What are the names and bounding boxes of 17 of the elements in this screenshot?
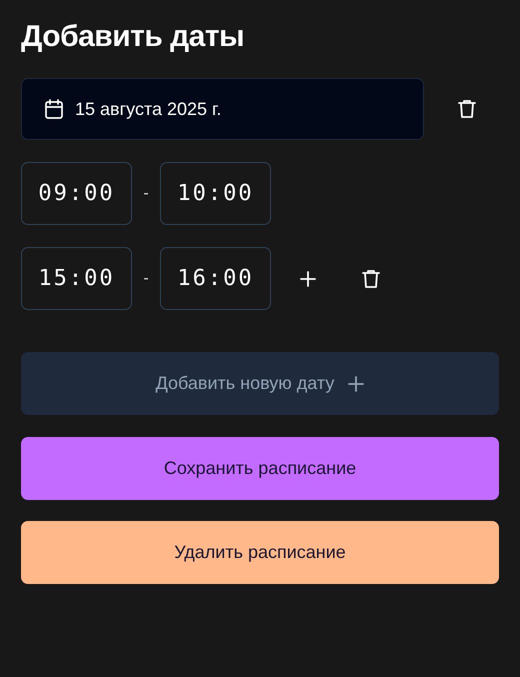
calendar-icon <box>45 99 63 119</box>
end-time-field[interactable]: 10:00 <box>160 162 271 225</box>
delete-schedule-button[interactable]: Удалить расписание <box>21 521 499 584</box>
save-schedule-button[interactable]: Сохранить расписание <box>21 437 499 500</box>
plus-icon <box>348 376 364 392</box>
page-title: Добавить даты <box>21 19 246 55</box>
start-time-field[interactable]: 15:00 <box>21 247 132 310</box>
trash-icon <box>458 99 476 119</box>
date-picker[interactable]: 15 августа 2025 г. <box>21 78 424 140</box>
start-time-field[interactable]: 09:00 <box>21 162 132 225</box>
time-separator: - <box>142 270 150 288</box>
plus-icon <box>300 270 316 286</box>
trash-icon <box>362 268 380 288</box>
date-text: 15 августа 2025 г. <box>75 98 222 120</box>
time-separator: - <box>142 184 150 202</box>
add-date-button[interactable]: Добавить новую дату <box>21 352 499 415</box>
end-time-field[interactable]: 16:00 <box>160 247 271 310</box>
